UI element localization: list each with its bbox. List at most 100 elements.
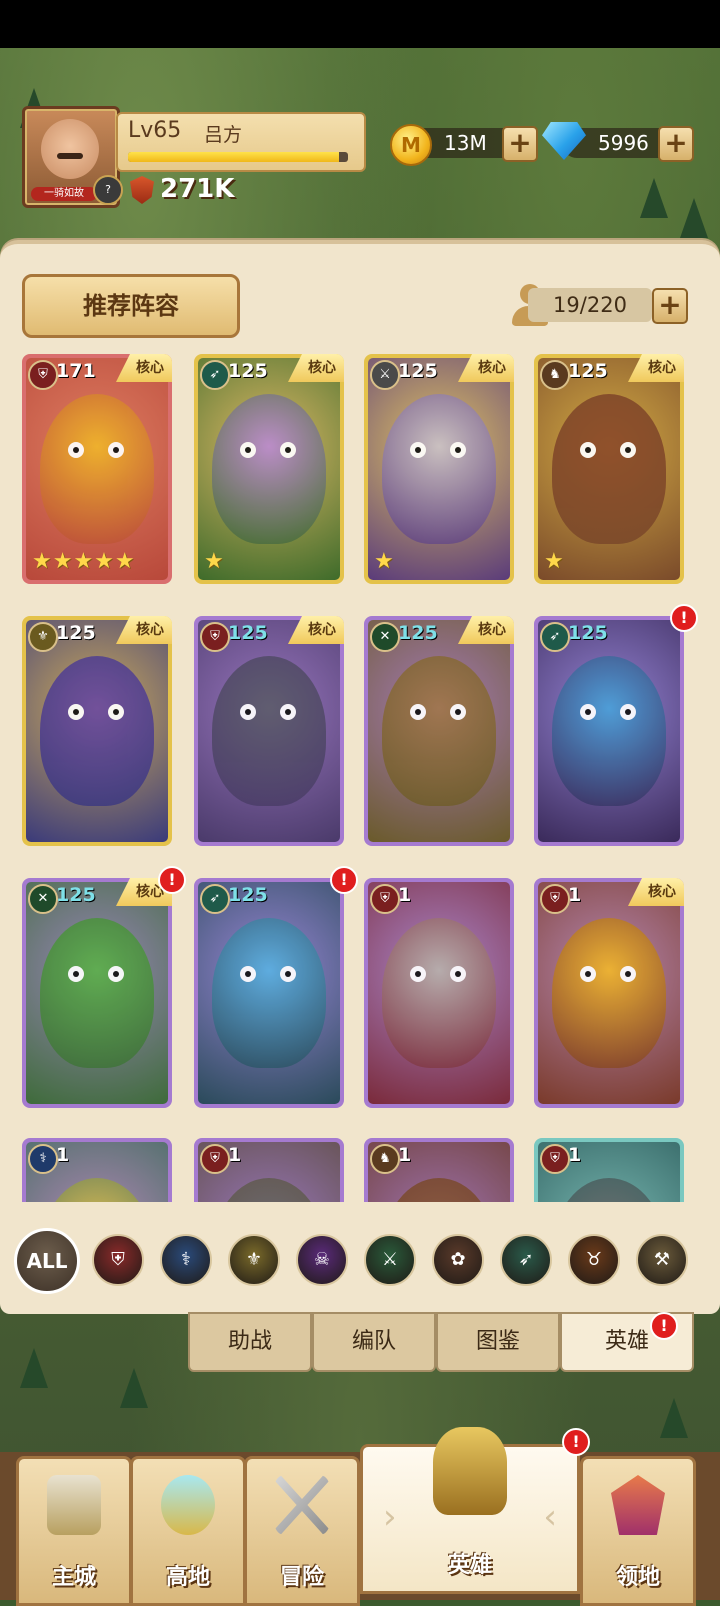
avatar-title-badge: 一骑如故	[31, 187, 97, 201]
hero-level: 1	[228, 1144, 242, 1166]
hero-level: 125	[398, 622, 438, 644]
expand-hero-slots-button[interactable]: +	[652, 288, 688, 324]
hero-card[interactable]: ⛨ 171 核心 ★★★★★	[22, 354, 172, 584]
hero-card[interactable]: ⚔ 125 核心 ★	[364, 354, 514, 584]
hero-character	[212, 394, 326, 544]
crossed-swords-icon	[275, 1475, 329, 1535]
hero-level: 125	[228, 884, 268, 906]
castle-icon	[47, 1475, 101, 1535]
filter-skull-icon[interactable]: ☠	[296, 1234, 348, 1286]
filter-shield-icon[interactable]: ⛨	[92, 1234, 144, 1286]
hero-card[interactable]: ♞ 1	[364, 1138, 514, 1202]
hero-card[interactable]: ⚕ 1	[22, 1138, 172, 1202]
chevron-right-icon: ›	[383, 1497, 397, 1537]
hero-card[interactable]: ⛨ 1	[194, 1138, 344, 1202]
hero-alert-badge: !	[158, 866, 186, 894]
recommend-lineup-button[interactable]: 推荐阵容	[22, 274, 240, 338]
tab-heroes-alert-badge: !	[650, 1312, 678, 1340]
hero-stars: ★	[374, 549, 395, 574]
hero-count: 19/220	[528, 288, 652, 322]
beast-class-icon: ♞	[370, 1144, 400, 1174]
hero-card[interactable]: ➶ 125 核心 ★	[194, 354, 344, 584]
nav-heroes[interactable]: › ‹ 英雄	[360, 1427, 580, 1594]
tank-class-icon: ⛨	[200, 1144, 230, 1174]
filter-wings-icon[interactable]: ⚜	[228, 1234, 280, 1286]
hero-alert-badge: !	[330, 866, 358, 894]
guild-emblem-icon: ?	[93, 175, 123, 205]
filter-daggers-icon[interactable]: ⚔	[364, 1234, 416, 1286]
filter-axe-icon[interactable]: ⚒	[636, 1234, 688, 1286]
nav-label: 高地	[165, 1565, 210, 1590]
hero-character	[382, 394, 496, 544]
support-class-icon: ⚕	[28, 1144, 58, 1174]
nav-label: 冒险	[279, 1565, 324, 1590]
nav-highland[interactable]: 高地	[130, 1456, 246, 1606]
tab-codex[interactable]: 图鉴	[436, 1312, 560, 1372]
hero-alert-badge: !	[670, 604, 698, 632]
archer-class-icon: ➶	[200, 360, 230, 390]
player-name: 吕方	[204, 124, 243, 146]
hero-card[interactable]: ⛨ 125 核心	[194, 616, 344, 846]
hero-level: 1	[398, 1144, 412, 1166]
hero-level: 125	[228, 360, 268, 382]
player-info-bar: Lv65 吕方	[116, 112, 366, 172]
nav-label: 英雄	[447, 1553, 492, 1578]
filter-staff-icon[interactable]: ⚕	[160, 1234, 212, 1286]
tank-class-icon: ⛨	[540, 884, 570, 914]
archer-class-icon: ➶	[540, 622, 570, 652]
beast-class-icon: ♞	[540, 360, 570, 390]
archer-class-icon: ➶	[200, 884, 230, 914]
chevron-left-icon: ‹	[543, 1497, 557, 1537]
player-avatar[interactable]: 一骑如故 ?	[22, 106, 123, 208]
add-coins-button[interactable]: +	[502, 126, 538, 162]
crystal-altar-icon	[161, 1475, 215, 1535]
hero-card[interactable]: ✕ 125 核心	[22, 878, 172, 1108]
tab-formation[interactable]: 编队	[312, 1312, 436, 1372]
hero-character	[552, 394, 666, 544]
hero-card[interactable]: ♞ 125 核心 ★	[534, 354, 684, 584]
hero-stars: ★★★★★	[32, 549, 136, 574]
helmet-icon	[433, 1427, 507, 1515]
xp-progress-bar	[128, 152, 348, 162]
nav-territory[interactable]: 领地	[580, 1456, 696, 1606]
player-level: Lv65	[128, 118, 182, 143]
hero-level: 125	[56, 622, 96, 644]
filter-bow-icon[interactable]: ➶	[500, 1234, 552, 1286]
hero-character	[40, 918, 154, 1068]
nav-adventure[interactable]: 冒险	[244, 1456, 360, 1606]
filter-bull-icon[interactable]: ♉	[568, 1234, 620, 1286]
status-bar	[0, 0, 720, 48]
hero-level: 125	[398, 360, 438, 382]
hero-card[interactable]: ⛨ 1	[364, 878, 514, 1108]
hero-grid: ⛨ 171 核心 ★★★★★ ➶ 125 核心 ★ ⚔ 125 核心 ★ ♞ 125 核心 ★ ⚜ 125 核心 ⛨ 1…	[0, 350, 720, 1202]
hero-character	[552, 918, 666, 1068]
filter-paw-icon[interactable]: ✿	[432, 1234, 484, 1286]
hero-level: 125	[228, 622, 268, 644]
hero-card[interactable]: ➶ 125	[534, 616, 684, 846]
hero-card[interactable]: ⚜ 125 核心	[22, 616, 172, 846]
hero-character	[382, 656, 496, 806]
hero-character	[40, 394, 154, 544]
tank-class-icon: ⛨	[540, 1144, 570, 1174]
hero-level: 1	[398, 884, 412, 906]
nav-heroes-alert-badge: !	[562, 1428, 590, 1456]
hero-level: 1	[568, 1144, 582, 1166]
filter-all-button[interactable]: ALL	[14, 1228, 80, 1294]
assassin-class-icon: ✕	[370, 622, 400, 652]
nav-main-city[interactable]: 主城	[16, 1456, 132, 1606]
hero-character	[552, 656, 666, 806]
hero-card[interactable]: ⛨ 1 核心	[534, 878, 684, 1108]
hero-character	[40, 656, 154, 806]
warrior-class-icon: ⚔	[370, 360, 400, 390]
hero-card[interactable]: ⛨ 1	[534, 1138, 684, 1202]
add-gems-button[interactable]: +	[658, 126, 694, 162]
hero-card[interactable]: ✕ 125 核心	[364, 616, 514, 846]
tank-class-icon: ⛨	[370, 884, 400, 914]
tab-assist[interactable]: 助战	[188, 1312, 312, 1372]
nav-label: 主城	[51, 1565, 96, 1590]
mage-class-icon: ⚜	[28, 622, 58, 652]
hero-stars: ★	[204, 549, 225, 574]
hero-character	[212, 656, 326, 806]
hero-card[interactable]: ➶ 125	[194, 878, 344, 1108]
hero-stars: ★	[544, 549, 565, 574]
